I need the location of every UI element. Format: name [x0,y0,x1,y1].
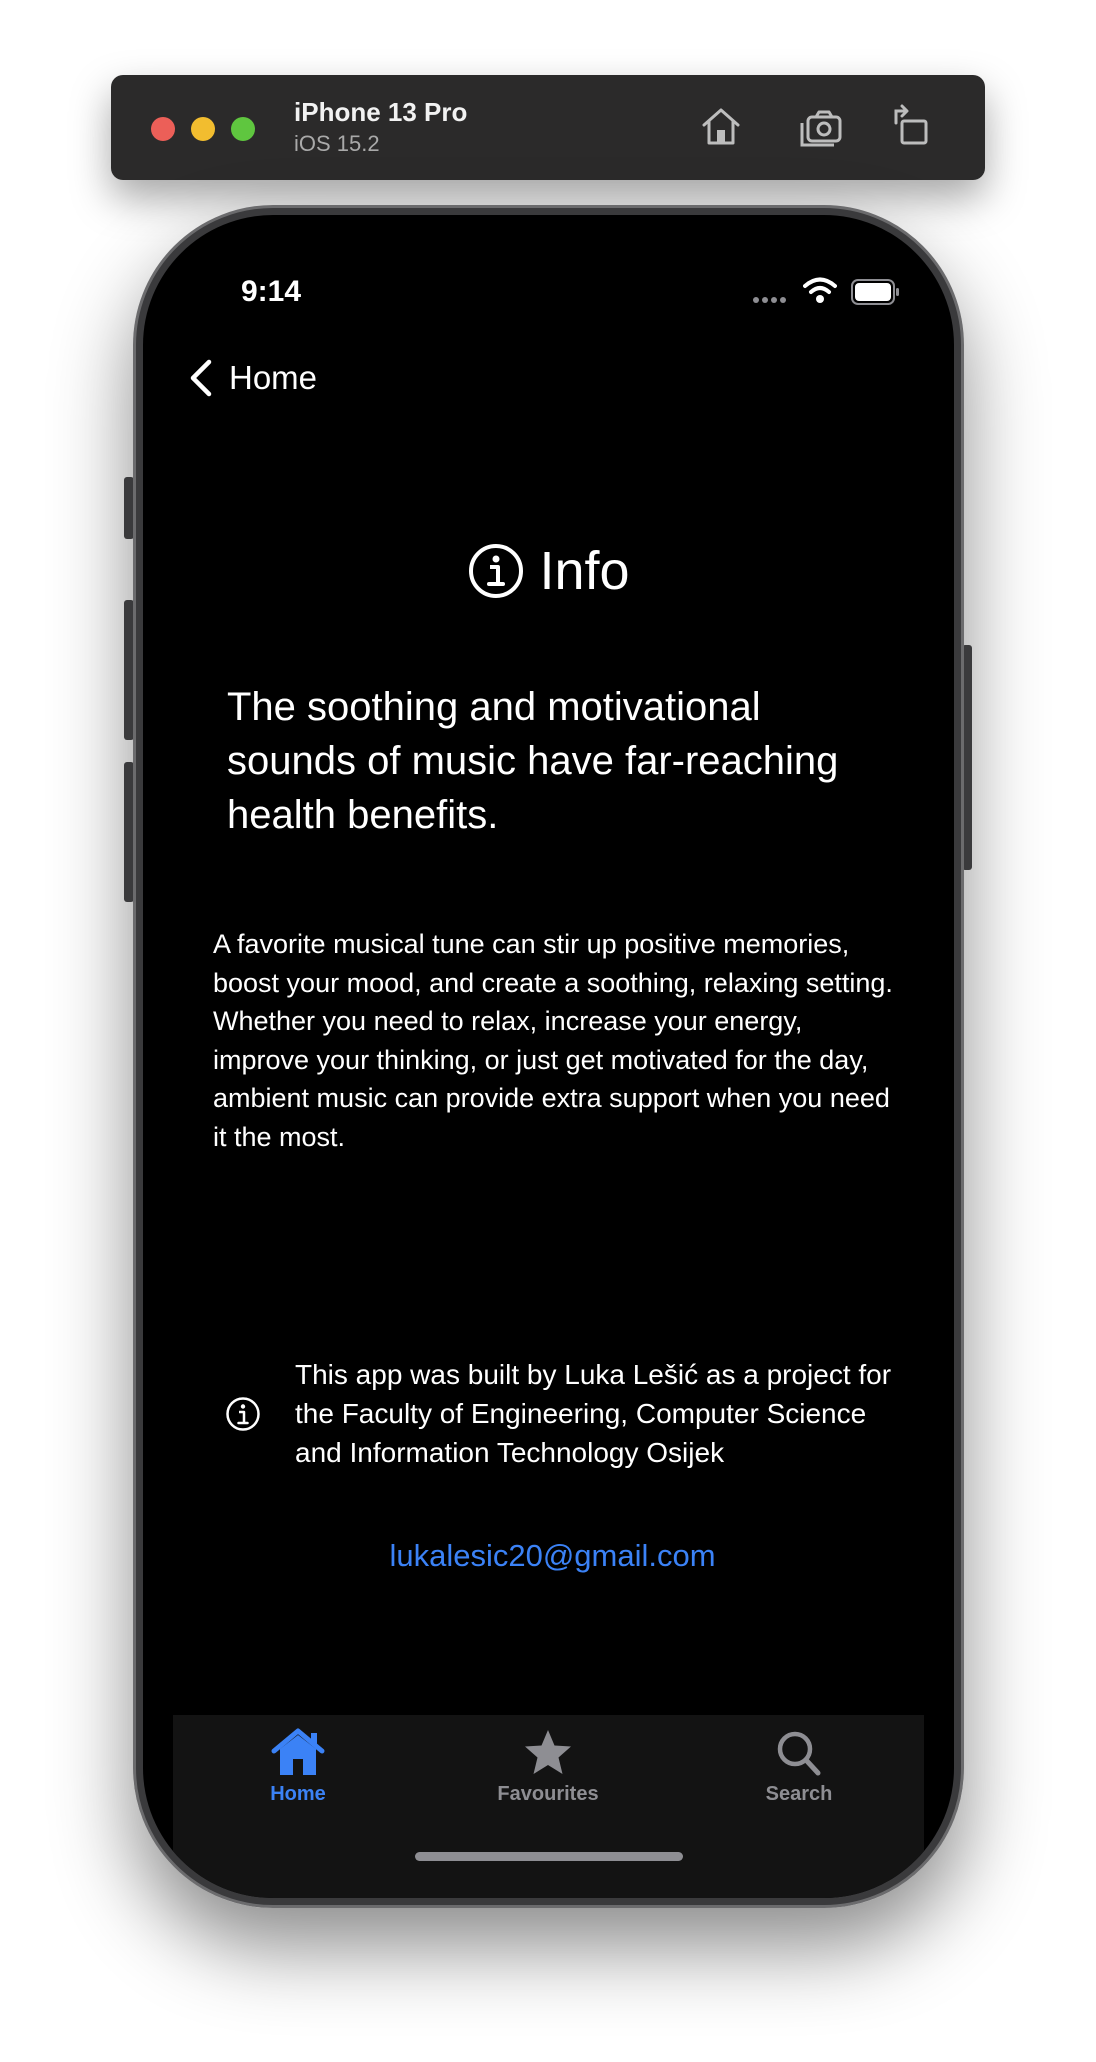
tab-search[interactable]: Search [709,1727,889,1806]
info-circle-icon [469,544,524,598]
phone-screen: 9:14 Home Info The soothing and motivati… [143,215,954,1898]
tab-home-label: Home [270,1783,326,1805]
house-icon [271,1728,325,1775]
headline-text: The soothing and motivational sounds of … [227,685,839,837]
body-paragraph: A favorite musical tune can stir up posi… [213,929,893,1152]
cellular-signal-icon [753,290,793,303]
screenshot-icon [800,110,842,147]
email-link[interactable]: lukalesic20@gmail.com [143,1538,954,1574]
screenshot-button[interactable] [796,101,846,151]
tab-favourites[interactable]: Favourites [458,1727,638,1806]
back-button-label: Home [229,359,318,396]
tab-bar: Home Favourites Search [173,1715,924,1898]
status-time: 9:14 [241,275,302,308]
magnifier-icon [777,1731,821,1776]
tab-home[interactable]: Home [208,1727,388,1806]
minimize-window-button[interactable] [191,117,215,141]
credit-text: This app was built by Luka Lešić as a pr… [295,1359,892,1468]
chevron-left-icon [190,359,212,397]
simulator-toolbar: iPhone 13 Pro iOS 15.2 [111,75,985,180]
tab-search-label: Search [765,1783,833,1805]
wifi-icon [803,277,837,303]
credit-section: This app was built by Luka Lešić as a pr… [225,1355,905,1472]
home-icon [702,108,740,145]
close-window-button[interactable] [151,117,175,141]
back-button[interactable]: Home [187,353,317,403]
device-name: iPhone 13 Pro [294,97,468,127]
rotate-button[interactable] [886,101,936,151]
tab-favourites-label: Favourites [497,1783,599,1805]
page-title: Info [143,540,954,602]
home-button[interactable] [696,101,746,151]
home-indicator[interactable] [415,1852,683,1861]
page-title-text: Info [539,541,630,601]
os-version: iOS 15.2 [294,131,380,156]
battery-icon [851,279,899,305]
rotate-icon [894,104,928,145]
zoom-window-button[interactable] [231,117,255,141]
star-icon [525,1730,571,1774]
info-circle-icon [226,1396,260,1431]
